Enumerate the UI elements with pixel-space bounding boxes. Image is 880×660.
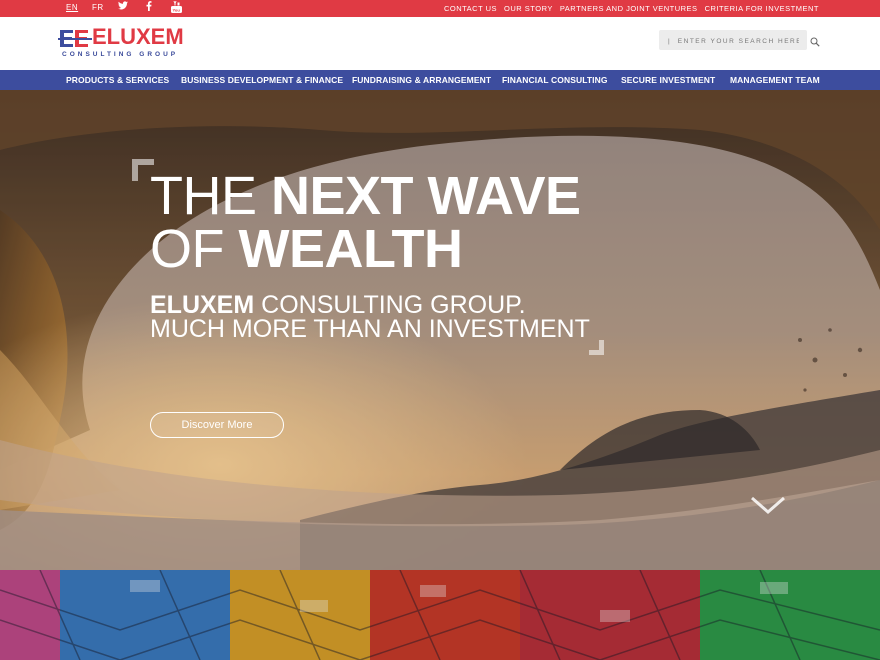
site-header: ELUXEM CONSULTING GROUP bbox=[0, 17, 880, 70]
language-fr-link[interactable]: FR bbox=[92, 3, 104, 12]
criteria-link[interactable]: CRITERIA FOR INVESTMENT bbox=[705, 4, 819, 13]
brand-name: ELUXEM bbox=[92, 24, 184, 49]
facebook-icon[interactable] bbox=[143, 1, 155, 13]
nav-products-services[interactable]: PRODUCTS & SERVICES bbox=[66, 75, 169, 85]
discover-more-button[interactable]: Discover More bbox=[150, 412, 284, 438]
sub-line2: MUCH MORE THAN AN INVESTMENT bbox=[150, 315, 590, 343]
logo[interactable]: ELUXEM CONSULTING GROUP bbox=[58, 25, 184, 63]
our-story-link[interactable]: OUR STORY bbox=[504, 4, 553, 13]
nav-management-team[interactable]: MANAGEMENT TEAM bbox=[730, 75, 820, 85]
contact-us-link[interactable]: CONTACT US bbox=[444, 4, 497, 13]
search-icon[interactable] bbox=[810, 37, 820, 47]
main-nav: PRODUCTS & SERVICES BUSINESS DEVELOPMENT… bbox=[0, 70, 880, 90]
logo-mark-icon bbox=[58, 30, 92, 47]
nav-business-development[interactable]: BUSINESS DEVELOPMENT & FINANCE bbox=[181, 75, 343, 85]
chevron-down-icon[interactable] bbox=[750, 494, 786, 516]
colorful-cards-image bbox=[0, 570, 880, 660]
headline-line1-bold: NEXT WAVE bbox=[271, 166, 581, 226]
headline-line1-thin: THE bbox=[150, 166, 272, 226]
nav-financial-consulting[interactable]: FINANCIAL CONSULTING bbox=[502, 75, 608, 85]
nav-fundraising[interactable]: FUNDRAISING & ARRANGEMENT bbox=[352, 75, 491, 85]
svg-text:You: You bbox=[172, 8, 180, 13]
headline-line2-thin: OF bbox=[150, 219, 239, 279]
hero-headline: THE NEXT WAVE OF WEALTH bbox=[150, 169, 581, 279]
search-box bbox=[659, 30, 807, 52]
hero-banner: THE NEXT WAVE OF WEALTH ELUXEM CONSULTIN… bbox=[0, 90, 880, 570]
top-links: CONTACT US OUR STORY PARTNERS AND JOINT … bbox=[444, 4, 819, 13]
corner-bracket-bottom-right bbox=[589, 340, 604, 355]
hero-subheading: ELUXEM CONSULTING GROUP. MUCH MORE THAN … bbox=[150, 293, 590, 343]
top-bar: EN FR You CONTACT US OUR STORY PARTNERS … bbox=[0, 0, 880, 17]
search-input[interactable] bbox=[659, 31, 799, 52]
twitter-icon[interactable] bbox=[117, 1, 129, 13]
youtube-icon[interactable]: You bbox=[170, 1, 182, 13]
headline-line2-bold: WEALTH bbox=[238, 219, 463, 279]
partners-link[interactable]: PARTNERS AND JOINT VENTURES bbox=[560, 4, 698, 13]
language-en-link[interactable]: EN bbox=[66, 3, 78, 12]
nav-secure-investment[interactable]: SECURE INVESTMENT bbox=[621, 75, 715, 85]
brand-tagline: CONSULTING GROUP bbox=[62, 51, 179, 58]
